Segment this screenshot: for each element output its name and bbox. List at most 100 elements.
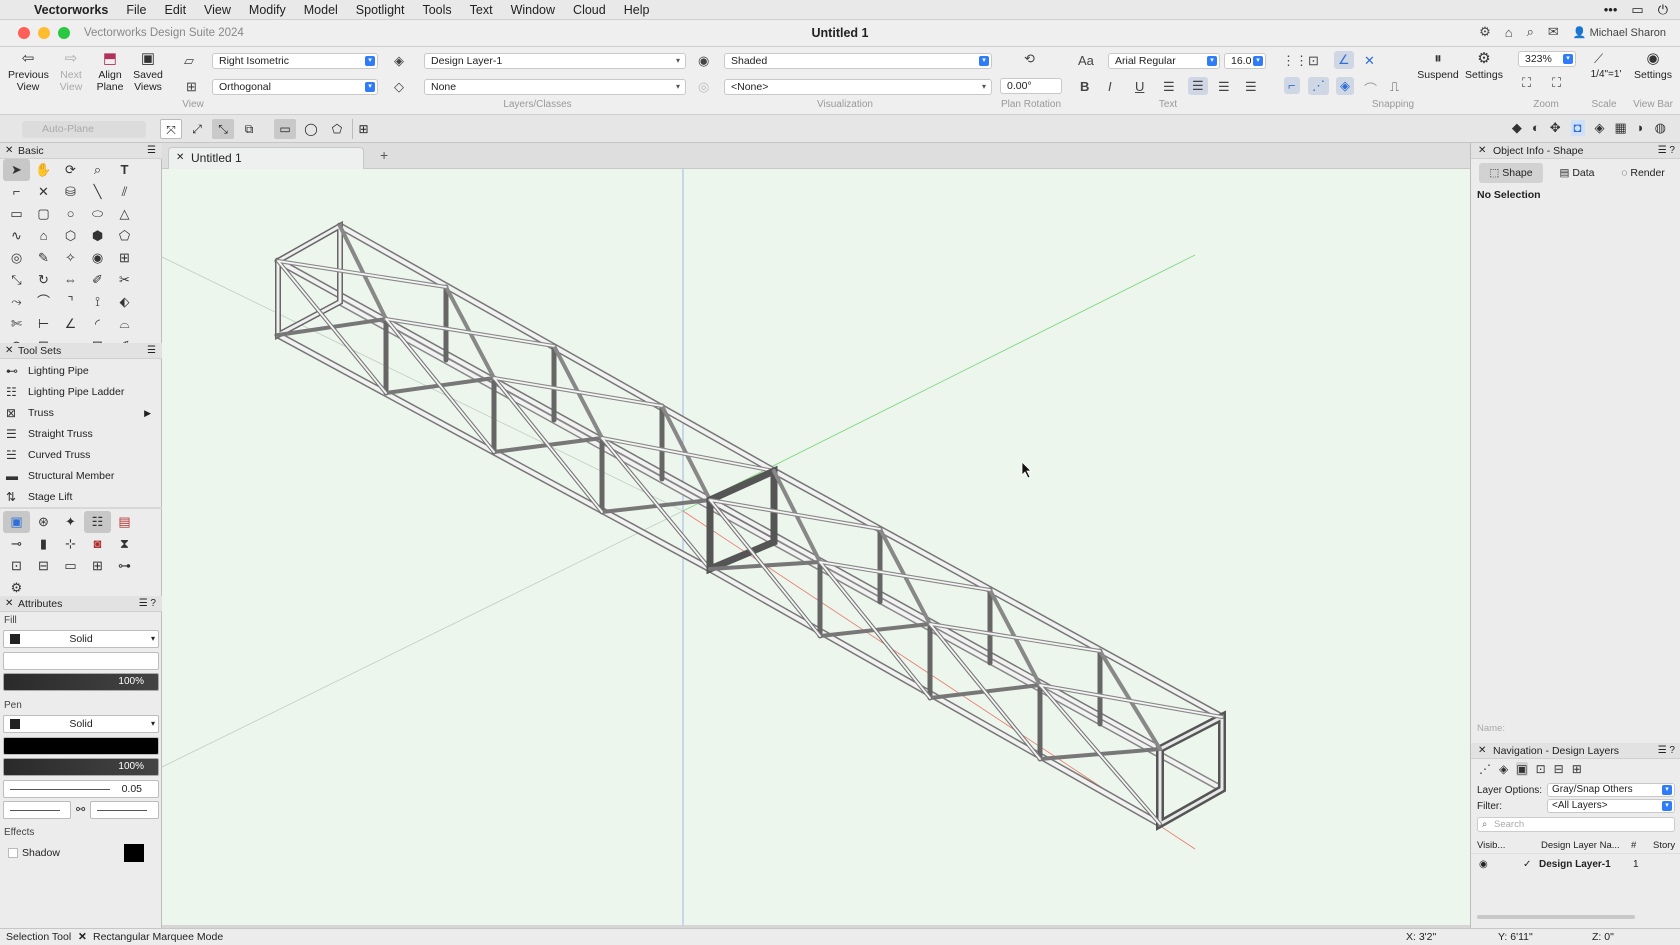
freehand-tool-icon[interactable]: ∿ <box>3 225 30 247</box>
menu-file[interactable]: File <box>117 3 155 17</box>
dimension-tool-icon[interactable]: ⊢ <box>30 313 57 335</box>
globe-icon[interactable]: ◍ <box>1655 120 1666 136</box>
pipe-tool-icon[interactable]: ▮ <box>30 533 57 555</box>
render-mode-icon[interactable]: ◉ <box>698 53 709 69</box>
previous-view-button[interactable]: ⇦ Previous View <box>6 49 50 93</box>
classes-icon[interactable]: ◇ <box>394 79 404 95</box>
toolset-item[interactable]: ▬ Structural Member <box>6 466 151 486</box>
render-style-select[interactable]: <None> ▾ <box>724 79 992 95</box>
battery-icon[interactable]: ▭ <box>1631 2 1643 18</box>
layer-options-select[interactable]: Gray/Snap Others ▾ <box>1547 783 1675 797</box>
snap-smart-point-icon[interactable]: ⋰ <box>1308 77 1329 95</box>
projection-icon[interactable]: ⊞ <box>186 79 197 95</box>
view-bar-settings-button[interactable]: ◉ Settings <box>1630 49 1676 81</box>
regular-polygon-tool-icon[interactable]: ⬠ <box>111 225 138 247</box>
fit-to-objects-icon[interactable]: ⛶ <box>1552 75 1561 91</box>
saved-views-button[interactable]: ▣ Saved Views <box>132 49 164 93</box>
zoom-window-icon[interactable] <box>58 27 70 39</box>
app-menu[interactable]: Vectorworks <box>25 3 117 17</box>
pen-color-swatch[interactable] <box>10 719 20 729</box>
column-number[interactable]: # <box>1631 838 1636 854</box>
palette-menu-icon[interactable]: ☰ <box>147 343 156 359</box>
paint-bucket-tool-icon[interactable]: ⛁ <box>57 181 84 203</box>
classes-tab-icon[interactable]: ⋰ <box>1479 762 1491 776</box>
ruler-icon[interactable]: ⟋ <box>1594 51 1603 67</box>
snap-loci-mode-icon[interactable]: ⤧ <box>160 119 182 139</box>
menu-tools[interactable]: Tools <box>413 3 460 17</box>
menu-edit[interactable]: Edit <box>156 3 196 17</box>
rectangle-tool-icon[interactable]: ▭ <box>3 203 30 225</box>
add-tab-icon[interactable]: + <box>380 147 388 163</box>
next-view-button[interactable]: ⇨ Next View <box>56 49 86 93</box>
close-icon[interactable]: ✕ <box>1478 143 1486 159</box>
polygon-marquee-icon[interactable]: ⬠ <box>326 119 348 139</box>
polyline-tool-icon[interactable]: ⌂ <box>30 225 57 247</box>
flyover-icon[interactable]: ◗ <box>1637 120 1645 136</box>
pen-style-select[interactable]: Solid ▾ <box>3 715 159 733</box>
snap-object-icon[interactable]: ⊡ <box>1308 53 1319 69</box>
references-tab-icon[interactable]: ⊞ <box>1572 762 1582 776</box>
align-plane-button[interactable]: ⬒ Align Plane <box>92 49 128 93</box>
toolset-item[interactable]: ☰ Straight Truss <box>6 424 151 444</box>
justify-icon[interactable]: ☰ <box>1245 79 1257 95</box>
pan-tool-icon[interactable]: ✋ <box>30 159 57 181</box>
triangle-tool-icon[interactable]: △ <box>111 203 138 225</box>
active-layer-select[interactable]: Design Layer-1 ▾ <box>424 53 686 69</box>
horizontal-scrollbar[interactable] <box>1477 915 1635 919</box>
arc-length-tool-icon[interactable]: ⌓ <box>111 313 138 335</box>
power-icon[interactable]: ⏻ <box>1658 2 1668 18</box>
double-line-tool-icon[interactable]: ⫽ <box>111 181 138 203</box>
underline-icon[interactable]: U <box>1135 79 1144 94</box>
scale-value[interactable]: 1/4"=1' <box>1584 69 1628 80</box>
home-icon[interactable]: ⌂ <box>1505 25 1513 40</box>
plan-rotation-field[interactable]: 0.00° <box>1000 78 1062 94</box>
camera-icon[interactable]: ◘ <box>1570 120 1585 136</box>
viewports-tab-icon[interactable]: ⊡ <box>1536 762 1546 776</box>
gear-icon[interactable]: ⚙ <box>1479 24 1491 40</box>
notification-icon[interactable]: ✉ <box>1548 24 1559 40</box>
menu-help[interactable]: Help <box>615 3 659 17</box>
grid-view-icon[interactable]: ▦ <box>1615 120 1627 136</box>
selection-options-icon[interactable]: ⊞ <box>352 119 374 139</box>
close-mode-icon[interactable]: ✕ <box>78 929 87 945</box>
snap-distance-icon[interactable]: ⌐ <box>1284 77 1300 94</box>
align-center-icon[interactable]: ☰ <box>1188 77 1208 95</box>
search-icon[interactable]: ⌕ <box>1527 24 1534 40</box>
half-circle-icon[interactable]: ◐ <box>1532 120 1540 136</box>
render-style-icon[interactable]: ◎ <box>698 79 709 95</box>
bold-icon[interactable]: B <box>1080 79 1089 94</box>
sheet-layers-tab-icon[interactable]: ▣ <box>1516 762 1528 776</box>
speaker-icon[interactable]: ⊞ <box>84 555 111 577</box>
oval-tool-icon[interactable]: ⬭ <box>84 203 111 225</box>
split-tool-icon[interactable]: ✂ <box>111 269 138 291</box>
layers-tab-icon[interactable]: ◈ <box>1499 762 1508 776</box>
rounded-rectangle-tool-icon[interactable]: ▢ <box>30 203 57 225</box>
angle-dimension-tool-icon[interactable]: ∠ <box>57 313 84 335</box>
tab-shape[interactable]: ⬚ Shape <box>1479 163 1543 183</box>
menu-window[interactable]: Window <box>502 3 564 17</box>
filter-select[interactable]: <All Layers> ▾ <box>1547 799 1675 813</box>
font-size-select[interactable]: 16.0 ▾ <box>1224 53 1266 69</box>
plan-rotation-icon[interactable]: ⟲ <box>1024 51 1035 67</box>
toolset-item[interactable]: ⊠ Truss ▶ <box>6 403 151 423</box>
close-icon[interactable]: ✕ <box>5 596 13 612</box>
spiral-tool-icon[interactable]: ◎ <box>3 247 30 269</box>
lasso-marquee-icon[interactable]: ◯ <box>300 119 322 139</box>
drawing-canvas[interactable] <box>162 169 1470 925</box>
fill-color-swatch[interactable] <box>10 634 20 644</box>
saved-views-tab-icon[interactable]: ⊟ <box>1554 762 1564 776</box>
tab-data[interactable]: ▤ Data <box>1545 163 1609 183</box>
shadow-checkbox[interactable]: Shadow <box>6 843 156 863</box>
layer-search-input[interactable]: ⌕ Search <box>1477 817 1675 832</box>
line-weight-field[interactable]: 0.05 <box>3 780 159 798</box>
curtain-icon[interactable]: ⧗ <box>111 533 138 555</box>
callout-tool-icon[interactable]: ⌐ <box>3 181 30 203</box>
rectangle-marquee-icon[interactable]: ▭ <box>274 119 296 139</box>
projection-select[interactable]: Orthogonal ▾ <box>212 79 378 95</box>
stage-icon[interactable]: ▤ <box>111 511 138 533</box>
tab-render[interactable]: ◌ Render <box>1611 163 1675 183</box>
close-icon[interactable]: ✕ <box>5 343 13 359</box>
arc-tool-icon[interactable]: ◜ <box>84 313 111 335</box>
chamfer-tool-icon[interactable]: ⌝ <box>57 291 84 313</box>
menu-modify[interactable]: Modify <box>240 3 295 17</box>
